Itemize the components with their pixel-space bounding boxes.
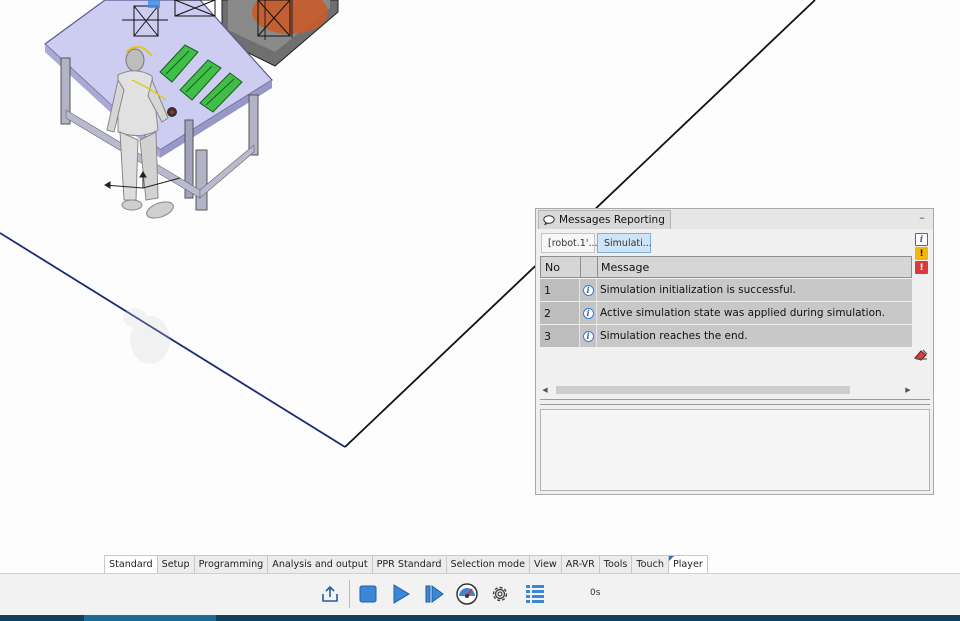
export-button[interactable]	[318, 582, 342, 606]
horizontal-scrollbar[interactable]: ◀ ▶	[540, 384, 913, 396]
panel-titlebar[interactable]: Messages Reporting –	[536, 209, 933, 229]
table-header: No Message	[540, 256, 912, 278]
export-icon	[322, 585, 338, 602]
messages-reporting-panel: Messages Reporting – [robot.1'... Simula…	[535, 208, 934, 495]
simulation-time: 0s	[590, 588, 601, 598]
column-header-type[interactable]	[581, 257, 598, 277]
error-filter-icon[interactable]: !	[915, 261, 928, 274]
play-button[interactable]	[389, 582, 413, 606]
message-detail-area[interactable]	[540, 409, 930, 491]
tab-programming[interactable]: Programming	[193, 555, 269, 573]
tab-standard[interactable]: Standard	[104, 555, 158, 573]
warning-filter-icon[interactable]: !	[915, 247, 928, 260]
message-bubble-icon	[543, 215, 555, 225]
table-row[interactable]: 3 i Simulation reaches the end.	[540, 325, 912, 347]
row-number: 3	[540, 325, 580, 347]
tab-player[interactable]: Player	[667, 555, 708, 573]
scroll-thumb[interactable]	[556, 386, 850, 394]
row-number: 2	[540, 302, 580, 324]
info-icon: i	[582, 284, 594, 296]
list-button[interactable]	[523, 582, 547, 606]
toolbar-separator	[349, 580, 350, 608]
speed-button[interactable]	[455, 582, 479, 606]
info-filter-icon[interactable]: i	[915, 233, 928, 246]
tab-touch[interactable]: Touch	[631, 555, 669, 573]
tab-view[interactable]: View	[529, 555, 562, 573]
row-number: 1	[540, 279, 580, 301]
settings-button[interactable]	[488, 582, 512, 606]
workbench-tab-strip: Standard Setup Programming Analysis and …	[104, 555, 708, 573]
play-icon	[393, 584, 410, 604]
player-toolbar: 0s	[0, 573, 960, 615]
scroll-right-arrow-icon[interactable]: ▶	[903, 385, 913, 395]
tab-analysis-and-output[interactable]: Analysis and output	[267, 555, 373, 573]
speed-gauge-icon	[456, 583, 478, 605]
row-message: Active simulation state was applied duri…	[597, 302, 912, 324]
tab-setup[interactable]: Setup	[156, 555, 195, 573]
floor-edge-left	[0, 232, 346, 448]
panel-splitter[interactable]	[540, 399, 930, 405]
step-forward-button[interactable]	[422, 582, 446, 606]
tab-ppr-standard[interactable]: PPR Standard	[371, 555, 447, 573]
step-forward-icon	[425, 585, 444, 603]
tab-selection-mode[interactable]: Selection mode	[445, 555, 530, 573]
row-message: Simulation initialization is successful.	[597, 279, 912, 301]
worker-shadow	[123, 308, 170, 364]
messages-table: No Message 1 i Simulation initialization…	[540, 256, 912, 348]
column-header-message[interactable]: Message	[598, 257, 911, 277]
minimize-button[interactable]: –	[916, 211, 928, 225]
filter-tab-robot[interactable]: [robot.1'...	[541, 233, 598, 253]
row-message: Simulation reaches the end.	[597, 325, 912, 347]
table-row[interactable]: 2 i Active simulation state was applied …	[540, 302, 912, 324]
table-row[interactable]: 1 i Simulation initialization is success…	[540, 279, 912, 301]
scroll-left-arrow-icon[interactable]: ◀	[540, 385, 550, 395]
settings-gear-icon	[492, 586, 508, 602]
filter-tab-simulation[interactable]: Simulati...	[597, 233, 652, 253]
tab-ar-vr[interactable]: AR-VR	[560, 555, 600, 573]
message-filter-icons: i ! !	[915, 233, 928, 275]
clear-messages-icon[interactable]	[913, 348, 929, 362]
panel-title-tab[interactable]: Messages Reporting	[538, 210, 671, 229]
status-bar	[0, 615, 960, 621]
stop-icon	[359, 585, 377, 603]
tab-tools[interactable]: Tools	[598, 555, 633, 573]
info-icon: i	[582, 307, 594, 319]
column-header-no[interactable]: No	[541, 257, 581, 277]
status-bar-segment	[84, 615, 216, 621]
panel-title: Messages Reporting	[559, 214, 665, 226]
list-icon	[526, 585, 544, 603]
info-icon: i	[582, 330, 594, 342]
stop-button[interactable]	[356, 582, 380, 606]
